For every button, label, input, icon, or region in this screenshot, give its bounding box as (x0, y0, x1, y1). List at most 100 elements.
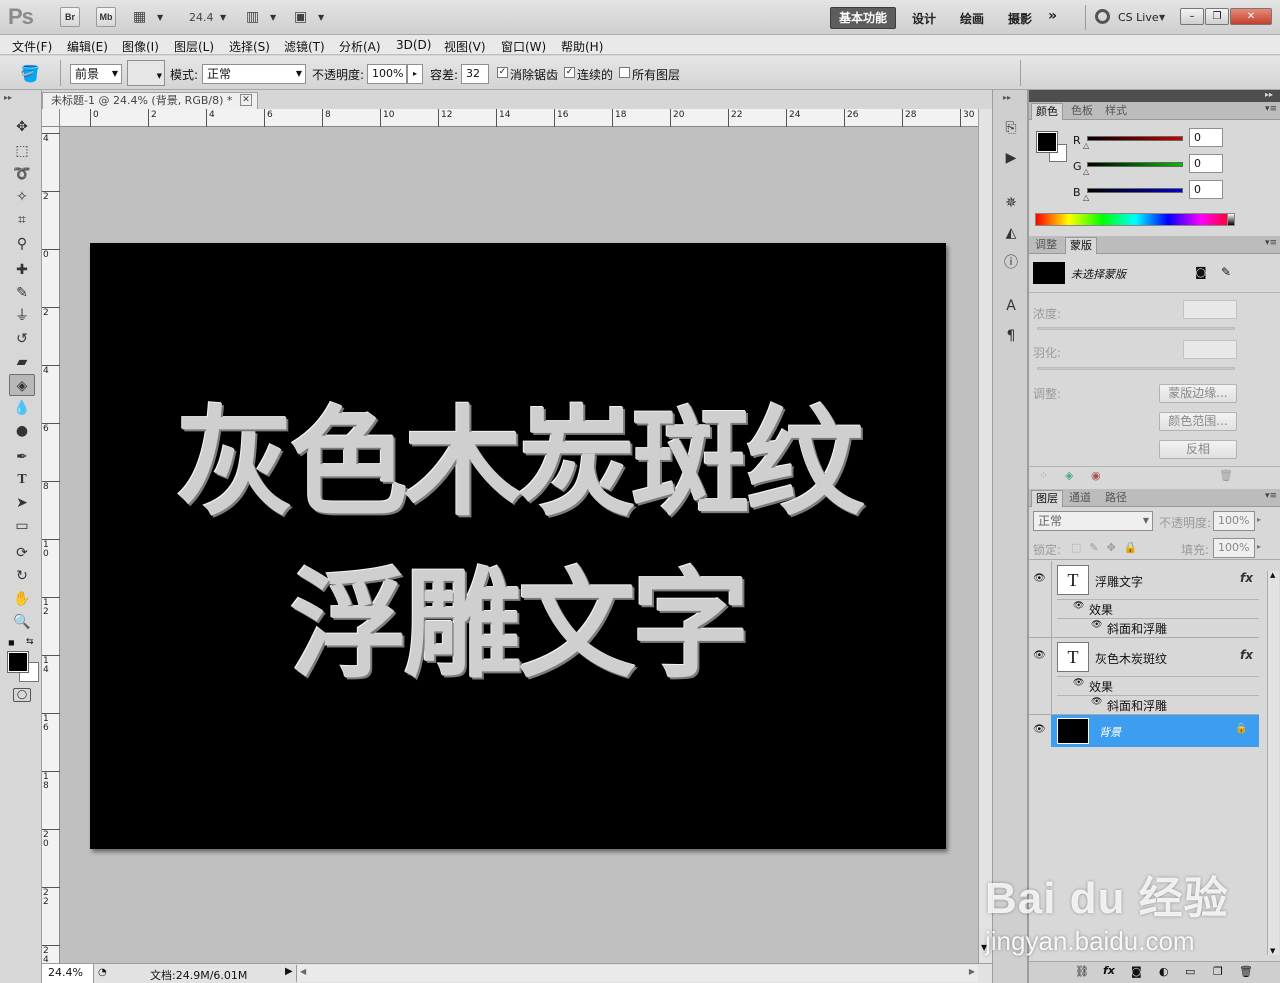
menu-analysis[interactable]: 分析(A) (339, 38, 381, 55)
panel-menu-icon[interactable]: ▾≡ (1265, 104, 1277, 114)
workspace-design[interactable]: 设计 (912, 10, 936, 27)
path-selection-tool-icon[interactable]: ➤ (9, 492, 35, 514)
cs-live-button[interactable]: CS Live (1118, 11, 1159, 24)
minimize-button[interactable]: – (1180, 8, 1204, 25)
document-tab[interactable]: 未标题-1 @ 24.4% (背景, RGB/8) * ✕ (42, 92, 258, 109)
load-selection-icon[interactable]: ⁘ (1039, 469, 1048, 482)
history-panel-icon[interactable]: ⎘ (1001, 118, 1021, 138)
status-zoom-input[interactable]: 24.4% (42, 964, 94, 983)
apply-mask-icon[interactable]: ◈ (1065, 469, 1073, 482)
tolerance-input[interactable]: 32 (461, 64, 489, 84)
color-spectrum-bar[interactable] (1035, 213, 1235, 226)
magic-wand-tool-icon[interactable]: ✧ (9, 186, 35, 208)
panel-menu-icon[interactable]: ▾≡ (1265, 238, 1277, 248)
workspace-painting[interactable]: 绘画 (960, 10, 984, 27)
vertical-scrollbar[interactable]: ▼ (978, 109, 992, 963)
eraser-tool-icon[interactable]: ▰ (9, 351, 35, 373)
status-info-icon[interactable]: ◔ (98, 967, 107, 978)
character-panel-icon[interactable]: A (1001, 296, 1021, 316)
actions-panel-icon[interactable]: ▶ (1001, 148, 1021, 168)
color-range-button[interactable]: 颜色范围... (1159, 412, 1237, 431)
channel-value-input[interactable]: 0 (1189, 180, 1223, 199)
add-mask-icon[interactable]: ◙ (1131, 965, 1142, 978)
foreground-color-swatch[interactable] (1036, 131, 1058, 153)
tab-swatches[interactable]: 色板 (1067, 103, 1097, 120)
pattern-picker[interactable]: ▼ (127, 60, 165, 86)
delete-layer-icon[interactable]: 🗑 (1239, 965, 1253, 978)
swap-colors-icon[interactable]: ⇆ (26, 637, 34, 647)
vector-mask-icon[interactable]: ✎ (1221, 265, 1231, 279)
close-document-icon[interactable]: ✕ (240, 94, 252, 106)
blend-mode-select[interactable]: 正常 ▼ (202, 64, 306, 84)
delete-mask-icon[interactable]: 🗑 (1219, 469, 1233, 482)
add-style-icon[interactable]: fx (1103, 964, 1115, 977)
layer-blend-mode-select[interactable]: 正常 ▼ (1033, 511, 1153, 531)
layer-row-selected[interactable]: 👁 背景 🔒 (1029, 715, 1259, 747)
fill-slider-icon[interactable]: ▸ (1257, 542, 1261, 551)
horizontal-ruler[interactable]: 0 2 4 6 8 10 12 14 16 18 20 22 24 26 28 30 (60, 109, 978, 127)
opacity-slider-button[interactable]: ▸ (407, 64, 423, 84)
layers-scrollbar[interactable]: ▲ ▼ (1267, 571, 1279, 955)
menu-file[interactable]: 文件(F) (12, 38, 52, 55)
mask-edge-button[interactable]: 蒙版边缘... (1159, 384, 1237, 403)
layer-name[interactable]: 背景 (1099, 724, 1121, 740)
effect-eye-icon[interactable]: 👁 (1091, 620, 1102, 630)
feather-slider[interactable] (1037, 367, 1235, 370)
density-input[interactable] (1183, 300, 1237, 319)
histogram-panel-icon[interactable]: ◭ (1001, 223, 1021, 243)
vertical-ruler[interactable]: 4 2 0 2 4 6 8 10 12 14 16 18 20 22 24 (42, 127, 60, 965)
chevron-down-icon[interactable]: ▼ (1159, 13, 1165, 22)
mini-bridge-button[interactable]: Mb (96, 7, 116, 27)
all-layers-checkbox[interactable] (619, 67, 630, 78)
effect-eye-icon[interactable]: 👁 (1091, 697, 1102, 707)
lock-options-icon[interactable]: ⬚✎✥🔒 (1071, 541, 1146, 554)
tab-color[interactable]: 颜色 (1031, 103, 1063, 120)
cs-live-icon[interactable] (1095, 9, 1110, 24)
density-slider[interactable] (1037, 327, 1235, 330)
menu-image[interactable]: 图像(I) (122, 38, 159, 55)
ruler-origin[interactable] (42, 109, 60, 127)
3d-orbit-tool-icon[interactable]: ↻ (9, 565, 35, 587)
link-layers-icon[interactable]: ⛓ (1075, 965, 1089, 978)
visibility-eye-icon[interactable]: 👁 (1033, 573, 1046, 584)
layer-opacity-input[interactable]: 100% (1213, 511, 1255, 531)
effect-bevel-emboss[interactable]: 斜面和浮雕 (1107, 697, 1167, 714)
quick-mask-icon[interactable]: ◯ (13, 688, 31, 702)
close-button[interactable]: ✕ (1230, 8, 1272, 25)
document-canvas[interactable]: 灰色木炭斑纹 浮雕文字 (90, 243, 946, 849)
info-panel-icon[interactable]: ⓘ (1001, 253, 1021, 273)
screen-mode-icon[interactable]: ▣ (294, 9, 307, 25)
contiguous-checkbox[interactable]: ✓ (564, 67, 575, 78)
menu-view[interactable]: 视图(V) (444, 38, 486, 55)
tab-paths[interactable]: 路径 (1101, 490, 1131, 507)
channel-value-input[interactable]: 0 (1189, 128, 1223, 147)
blur-tool-icon[interactable]: 💧 (9, 397, 35, 419)
chevron-down-icon[interactable]: ▼ (157, 13, 163, 22)
scroll-down-icon[interactable]: ▼ (1270, 947, 1275, 955)
panel-menu-icon[interactable]: ▾≡ (1265, 491, 1277, 501)
scroll-right-icon[interactable]: ▶ (969, 967, 975, 976)
opacity-slider-icon[interactable]: ▸ (1257, 515, 1261, 524)
default-colors-icon[interactable]: ◼ (8, 638, 15, 647)
menu-select[interactable]: 选择(S) (229, 38, 270, 55)
scroll-up-icon[interactable]: ▲ (1270, 571, 1275, 579)
slider-handle-icon[interactable]: △ (1083, 167, 1089, 176)
brush-tool-icon[interactable]: ✎ (9, 282, 35, 304)
hand-tool-icon[interactable]: ✋ (9, 588, 35, 610)
zoom-level[interactable]: 24.4 (189, 11, 214, 24)
effects-eye-icon[interactable]: 👁 (1073, 678, 1084, 688)
chevron-down-icon[interactable]: ▼ (270, 13, 276, 22)
layer-name[interactable]: 浮雕文字 (1095, 573, 1143, 590)
channel-value-input[interactable]: 0 (1189, 154, 1223, 173)
tab-layers[interactable]: 图层 (1031, 490, 1063, 507)
restore-button[interactable]: ❐ (1205, 8, 1229, 25)
zoom-tool-icon[interactable]: 🔍 (9, 611, 35, 633)
crop-tool-icon[interactable]: ⌗ (9, 209, 35, 231)
new-adjustment-icon[interactable]: ◐ (1159, 965, 1169, 978)
dodge-tool-icon[interactable]: ● (9, 420, 35, 442)
workspace-photography[interactable]: 摄影 (1008, 10, 1032, 27)
chevron-down-icon[interactable]: ▼ (220, 13, 226, 22)
visibility-eye-icon[interactable]: 👁 (1033, 650, 1046, 661)
channel-slider[interactable] (1087, 188, 1183, 193)
more-workspaces-icon[interactable]: » (1048, 8, 1057, 24)
